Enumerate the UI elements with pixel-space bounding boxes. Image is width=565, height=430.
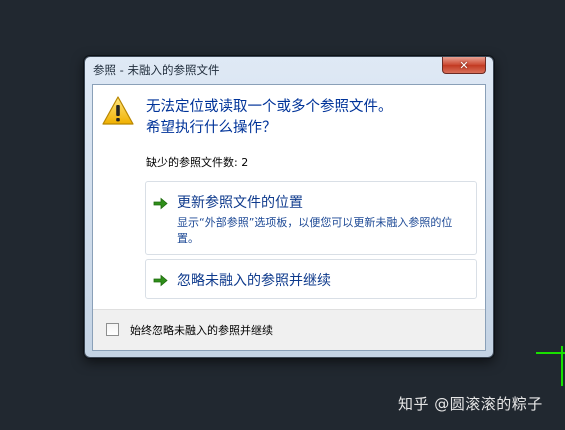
always-ignore-label[interactable]: 始终忽略未融入的参照并继续 <box>130 322 273 338</box>
ignore-and-continue-command[interactable]: 忽略未融入的参照并继续 <box>145 259 477 299</box>
always-ignore-checkbox[interactable] <box>106 323 119 336</box>
main-instruction-line1: 无法定位或读取一个或多个参照文件。 <box>146 99 393 115</box>
title-bar: 参照 - 未融入的参照文件 ✕ <box>85 57 493 81</box>
update-reference-location-command[interactable]: 更新参照文件的位置 显示“外部参照”选项板，以便您可以更新未融入参照的位置。 <box>145 181 477 255</box>
green-arrow-icon <box>153 197 168 210</box>
missing-count-text: 缺少的参照文件数: 2 <box>146 156 249 169</box>
reference-dialog: 参照 - 未融入的参照文件 ✕ 无法定位或读取一个或多个参照文件。 希望执行什么… <box>84 56 494 358</box>
command-description: 显示“外部参照”选项板，以便您可以更新未融入参照的位置。 <box>177 216 453 245</box>
dialog-title: 参照 - 未融入的参照文件 <box>93 63 220 77</box>
command-title: 忽略未融入的参照并继续 <box>177 273 331 289</box>
close-button[interactable]: ✕ <box>442 57 486 74</box>
warning-icon <box>102 96 134 125</box>
main-instruction: 无法定位或读取一个或多个参照文件。 希望执行什么操作？ <box>146 97 393 139</box>
green-arrow-icon <box>153 274 168 287</box>
watermark-text: 知乎 @圆滚滚的粽子 <box>398 395 543 413</box>
command-title: 更新参照文件的位置 <box>177 195 303 211</box>
cad-canvas-green-line-vertical <box>561 346 563 386</box>
dialog-content: 无法定位或读取一个或多个参照文件。 希望执行什么操作？ 缺少的参照文件数: 2 … <box>92 84 486 351</box>
dialog-footer: 始终忽略未融入的参照并继续 <box>93 309 485 350</box>
main-instruction-line2: 希望执行什么操作？ <box>146 120 277 136</box>
close-icon: ✕ <box>459 58 469 72</box>
